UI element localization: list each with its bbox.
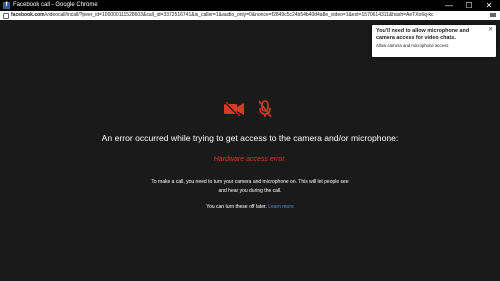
url-path: /videocall/incall/?peer_id=1000001115286… [44,12,434,18]
error-message: An error occurred while trying to get ac… [101,133,399,143]
address-bar[interactable]: facebook.com/videocall/incall/?peer_id=1… [0,11,500,20]
minimize-button[interactable]: — [440,0,458,11]
close-button[interactable]: ✕ [480,0,498,11]
maximize-button[interactable]: ☐ [460,0,478,11]
turn-off-later-text: You can turn these off later. Learn more [0,204,500,210]
popup-close-icon[interactable]: ✕ [488,26,493,33]
window-title-bar: f Facebook call - Google Chrome — ☐ ✕ [0,0,500,11]
permission-popup: You'll need to allow microphone and came… [372,25,496,57]
popup-subtitle: Allow camera and microphone access [376,43,449,48]
later-text: You can turn these off later. [206,204,267,210]
device-status-icons [0,100,500,120]
camera-off-icon [224,102,244,116]
url-text[interactable]: facebook.com/videocall/incall/?peer_id=1… [11,11,480,20]
url-domain: facebook.com [11,12,45,18]
microphone-off-icon [258,100,272,118]
lock-icon[interactable] [3,13,9,19]
video-call-stage: An error occurred while trying to get ac… [0,20,500,281]
camera-icon[interactable] [490,13,496,17]
instructions-text: To make a call, you need to turn your ca… [151,179,349,194]
window-title: Facebook call - Google Chrome [13,2,98,8]
learn-more-link[interactable]: Learn more [268,204,294,210]
hardware-error-text: Hardware access error. [213,156,287,163]
facebook-icon: f [3,2,10,9]
popup-title: You'll need to allow microphone and came… [376,28,470,41]
